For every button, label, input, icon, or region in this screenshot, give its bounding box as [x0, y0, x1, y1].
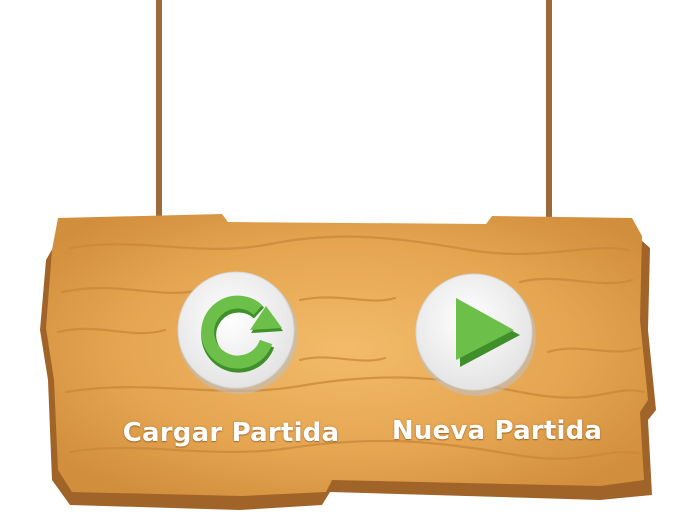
- right-rope: [546, 0, 552, 222]
- left-rope: [156, 0, 162, 222]
- wood-board: [46, 214, 648, 496]
- new-game-label[interactable]: Nueva Partida: [392, 416, 602, 446]
- load-game-label[interactable]: Cargar Partida: [123, 418, 340, 448]
- hanging-sign-scene: [40, 0, 656, 510]
